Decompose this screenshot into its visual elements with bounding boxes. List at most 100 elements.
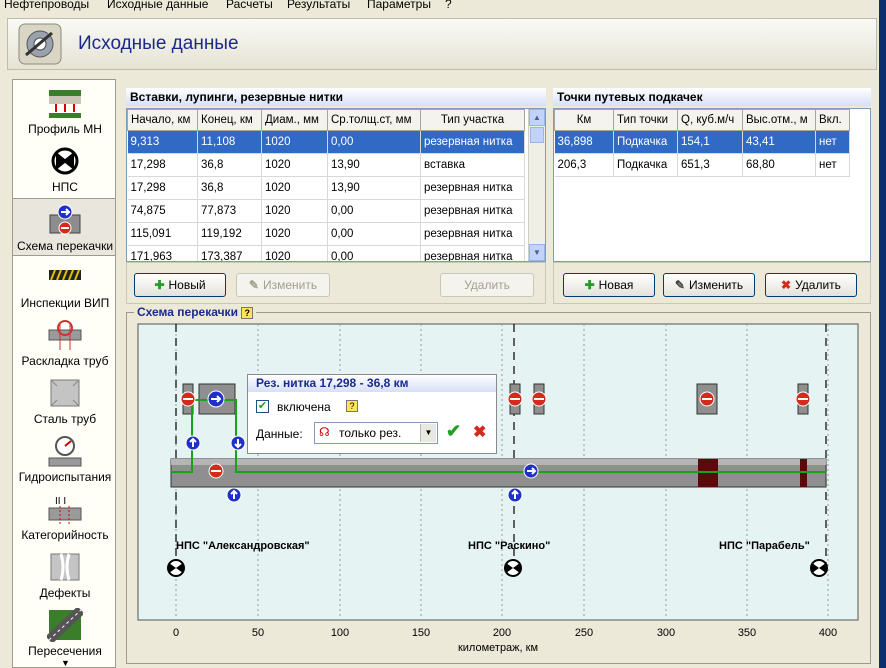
column-header[interactable]: Тип точки — [613, 109, 678, 131]
sidebar-item-category[interactable]: II I Категорийность — [13, 488, 115, 546]
pump-station-icon[interactable] — [504, 559, 522, 577]
table-cell: 0,00 — [327, 222, 421, 246]
column-header[interactable]: Км — [554, 109, 614, 131]
sidebar-item-defects[interactable]: Дефекты — [13, 546, 115, 604]
sidebar-item-label: Инспекции ВИП — [20, 296, 110, 310]
column-header[interactable]: Диам., мм — [261, 109, 328, 131]
table-row[interactable]: 115,091 119,192 1020 0,00 резервная нитка — [127, 222, 525, 246]
column-header[interactable]: Q, куб.м/ч — [677, 109, 743, 131]
defect-icon — [50, 553, 80, 581]
sidebar-item-profile[interactable]: Профиль МН — [13, 82, 115, 140]
flow-arrow-icon — [207, 390, 225, 408]
menu-item-results[interactable]: Результаты — [287, 0, 350, 11]
sidebar-item-crossings[interactable]: Пересечения — [13, 604, 115, 662]
apply-icon[interactable]: ✔ — [446, 421, 461, 442]
scroll-down-icon[interactable]: ▼ — [61, 658, 70, 667]
sidebar-item-label: Пересечения — [28, 644, 102, 658]
column-header[interactable]: Ср.толщ.ст, мм — [327, 109, 421, 131]
table-cell: резервная нитка — [420, 176, 525, 200]
scrollbar-thumb[interactable] — [530, 127, 544, 143]
sidebar-item-inspections[interactable]: Инспекции ВИП — [13, 256, 115, 314]
sidebar-item-pump-stations[interactable]: НПС — [13, 140, 115, 198]
table-cell: резервная нитка — [420, 199, 525, 223]
table-cell: 68,80 — [742, 153, 816, 177]
scroll-down-icon[interactable]: ▼ — [529, 244, 545, 261]
down-arrow-icon — [230, 435, 246, 451]
sidebar-item-hydrotests[interactable]: Гидроиспытания — [13, 430, 115, 488]
menu-item-pipelines[interactable]: Нефтепроводы — [4, 0, 89, 11]
scheme-diagram: НПС "Александровская" НПС "Раскино" НПС … — [137, 323, 859, 654]
table-cell: 115,091 — [127, 222, 198, 246]
table-cell: 1020 — [261, 199, 328, 223]
table-cell: 74,875 — [127, 199, 198, 223]
menu-item-parameters[interactable]: Параметры — [367, 0, 431, 11]
closed-valve-icon — [531, 391, 547, 407]
table-row[interactable]: 206,3 Подкачка 651,3 68,80 нет — [554, 153, 850, 177]
menu-item-calculations[interactable]: Расчеты — [226, 0, 273, 11]
inserts-grid[interactable]: Начало, км Конец, км Диам., мм Ср.толщ.с… — [126, 108, 546, 262]
table-cell: Подкачка — [613, 130, 678, 154]
tick-label: 300 — [657, 627, 675, 639]
delete-insert-button[interactable]: Удалить — [440, 273, 534, 297]
enabled-checkbox[interactable]: ✔ — [256, 400, 269, 413]
table-cell: вставка — [420, 153, 525, 177]
menu-item-help[interactable]: ? — [445, 0, 452, 11]
closed-valve-icon — [180, 391, 196, 407]
window-edge — [879, 0, 886, 668]
sidebar-item-pipe-layout[interactable]: Раскладка труб — [13, 314, 115, 372]
table-cell: 119,192 — [197, 222, 262, 246]
edit-insert-button[interactable]: ✎ Изменить — [236, 273, 330, 297]
station-label: НПС "Раскино" — [468, 540, 550, 552]
table-cell: 0,00 — [327, 199, 421, 223]
closed-valve-icon — [208, 463, 224, 479]
inserts-scrollbar[interactable]: ▲ ▼ — [528, 109, 545, 261]
data-select[interactable]: ☊ только рез. ▼ — [314, 422, 438, 444]
sidebar-item-steel[interactable]: Сталь труб — [13, 372, 115, 430]
delete-pump-point-button[interactable]: ✖ Удалить — [765, 273, 857, 297]
tick-label: 200 — [493, 627, 511, 639]
column-header[interactable]: Вкл. — [815, 109, 850, 131]
table-row[interactable]: 171,963 173,387 1020 0,00 резервная нитка — [127, 245, 525, 261]
tick-label: 100 — [331, 627, 349, 639]
table-row[interactable]: 74,875 77,873 1020 0,00 резервная нитка — [127, 199, 525, 223]
table-row[interactable]: 17,298 36,8 1020 13,90 вставка — [127, 153, 525, 177]
sidebar-item-pumping-scheme[interactable]: Схема перекачки — [13, 198, 115, 256]
table-row[interactable]: 36,898 Подкачка 154,1 43,41 нет — [554, 130, 850, 154]
pump-points-grid[interactable]: Км Тип точки Q, куб.м/ч Выс.отм., м Вкл.… — [553, 108, 871, 262]
table-cell: 17,298 — [127, 153, 198, 177]
scroll-up-icon[interactable]: ▲ — [529, 109, 545, 126]
app-logo-icon — [18, 23, 62, 65]
table-row[interactable]: 17,298 36,8 1020 13,90 резервная нитка — [127, 176, 525, 200]
pump-station-icon[interactable] — [167, 559, 185, 577]
steel-icon — [50, 379, 80, 407]
help-icon[interactable]: ? — [346, 400, 358, 412]
menu-bar: Нефтепроводы Исходные данные Расчеты Рез… — [0, 0, 886, 14]
edit-pump-point-button[interactable]: ✎ Изменить — [663, 273, 755, 297]
station-label: НПС "Александровская" — [176, 540, 310, 552]
new-pump-point-button[interactable]: ✚ Новая — [563, 273, 655, 297]
chevron-down-icon[interactable]: ▼ — [420, 424, 436, 442]
page-title: Исходные данные — [78, 33, 239, 54]
column-header[interactable]: Начало, км — [127, 109, 198, 131]
column-header[interactable]: Выс.отм., м — [742, 109, 816, 131]
plus-icon: ✚ — [154, 278, 165, 292]
tick-label: 150 — [412, 627, 430, 639]
scheme-title-text: Схема перекачки — [137, 305, 238, 319]
table-cell: 173,387 — [197, 245, 262, 261]
table-cell: нет — [815, 153, 850, 177]
cancel-icon[interactable]: ✖ — [473, 422, 486, 442]
table-cell: 36,8 — [197, 153, 262, 177]
table-cell: 1020 — [261, 130, 328, 154]
new-insert-button[interactable]: ✚ Новый — [134, 273, 226, 297]
tick-label: 50 — [252, 627, 264, 639]
column-header[interactable]: Тип участка — [420, 109, 525, 131]
column-header[interactable]: Конец, км — [197, 109, 262, 131]
pump-station-icon[interactable] — [810, 559, 828, 577]
button-label: Изменить — [262, 278, 318, 292]
pipe-layout-icon — [48, 320, 82, 350]
table-cell: 154,1 — [677, 130, 743, 154]
button-label: Удалить — [464, 278, 510, 292]
table-cell: 36,898 — [554, 130, 614, 154]
menu-item-source-data[interactable]: Исходные данные — [107, 0, 208, 11]
table-row[interactable]: 9,313 11,108 1020 0,00 резервная нитка — [127, 130, 525, 154]
